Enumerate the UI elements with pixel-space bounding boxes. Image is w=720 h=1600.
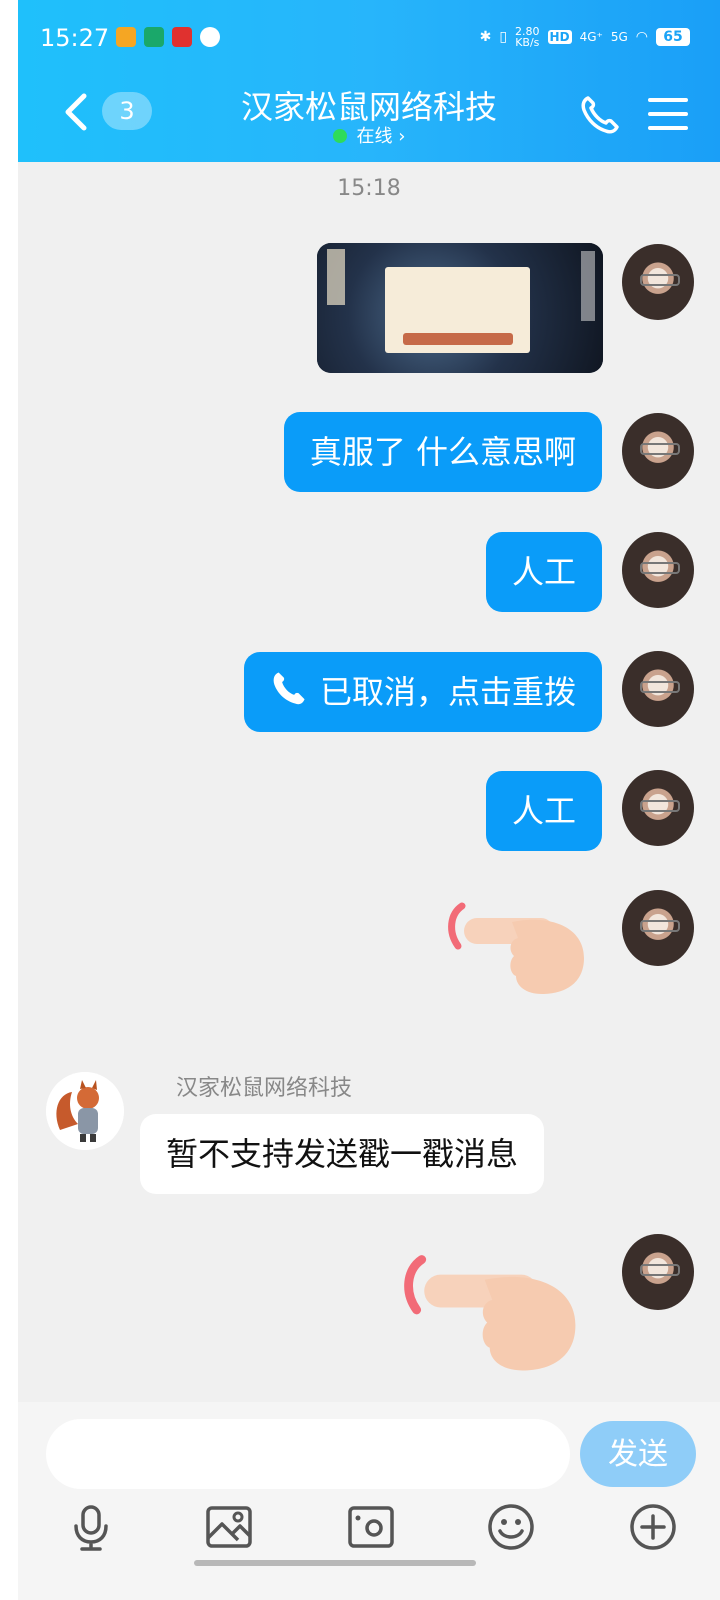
app-notification-icon [116, 27, 136, 47]
online-status-label: 在线 › [356, 126, 406, 147]
bot-avatar[interactable] [46, 1072, 124, 1150]
page-edge [0, 0, 18, 1600]
my-avatar[interactable] [622, 890, 694, 966]
call-status-label: 已取消，点击重拨 [319, 673, 576, 711]
call-cancelled-bubble[interactable]: 已取消，点击重拨 [243, 652, 602, 732]
poke-hand-icon[interactable] [396, 1252, 586, 1378]
signal-5g-icon: 5G [610, 30, 628, 44]
phone-icon [581, 96, 619, 134]
send-button[interactable]: 发送 [580, 1421, 696, 1487]
app-notification-icon [144, 27, 164, 47]
emoji-icon[interactable] [486, 1502, 536, 1552]
my-message-bubble[interactable]: 人工 [485, 532, 602, 612]
squirrel-avatar-icon [46, 1072, 124, 1150]
bluetooth-icon: ✱ [479, 29, 492, 45]
battery-icon: 65 [656, 28, 690, 46]
voice-call-button[interactable] [578, 92, 622, 136]
game-logo [327, 249, 345, 305]
game-dialog [385, 267, 530, 353]
status-bar: 15:27 ✱ ▯ 2.80 KB/s HD 4G⁺ 5G ◠ 65 [18, 0, 720, 80]
camera-icon[interactable] [346, 1502, 396, 1552]
game-dialog-button [403, 333, 513, 345]
my-avatar[interactable] [622, 532, 694, 608]
poke-hand-icon[interactable] [442, 900, 592, 1000]
sender-name: 汉家松鼠网络科技 [176, 1076, 353, 1101]
bot-message-bubble[interactable]: 暂不支持发送戳一戳消息 [140, 1114, 545, 1194]
my-avatar[interactable] [622, 413, 694, 489]
image-message[interactable] [317, 243, 603, 373]
signal-4g-icon: 4G⁺ [579, 30, 603, 44]
my-avatar[interactable] [622, 244, 694, 320]
my-avatar[interactable] [622, 770, 694, 846]
plus-icon[interactable] [628, 1502, 678, 1552]
home-indicator[interactable] [194, 1560, 476, 1566]
photo-icon[interactable] [204, 1502, 254, 1552]
my-message-bubble[interactable]: 人工 [485, 771, 602, 851]
hamburger-menu-icon [648, 98, 688, 130]
chat-screen: 15:27 ✱ ▯ 2.80 KB/s HD 4G⁺ 5G ◠ 65 3 汉家松鼠… [18, 0, 720, 1600]
menu-button[interactable] [648, 94, 688, 134]
message-notification-icon [200, 27, 220, 47]
game-side-menu [581, 251, 595, 321]
status-indicators: ✱ ▯ 2.80 KB/s HD 4G⁺ 5G ◠ 65 [480, 26, 690, 48]
network-speed: 2.80 KB/s [515, 25, 540, 49]
wifi-icon: ◠ [635, 29, 648, 45]
notification-icons [116, 27, 220, 47]
app-notification-icon [172, 27, 192, 47]
my-message-bubble[interactable]: 真服了 什么意思啊 [283, 412, 602, 492]
online-dot-icon [332, 129, 347, 143]
my-avatar[interactable] [622, 1234, 694, 1310]
microphone-icon[interactable] [66, 1502, 116, 1552]
vibrate-icon: ▯ [499, 29, 508, 45]
input-area: 发送 [18, 1402, 720, 1600]
status-time: 15:27 [40, 24, 110, 52]
message-timestamp: 15:18 [337, 176, 401, 201]
input-toolbar [18, 1502, 720, 1562]
hd-icon: HD [547, 30, 572, 44]
message-input[interactable] [46, 1419, 570, 1489]
my-avatar[interactable] [622, 651, 694, 727]
chat-header: 15:27 ✱ ▯ 2.80 KB/s HD 4G⁺ 5G ◠ 65 3 汉家松鼠… [18, 0, 720, 162]
phone-icon [273, 672, 305, 705]
